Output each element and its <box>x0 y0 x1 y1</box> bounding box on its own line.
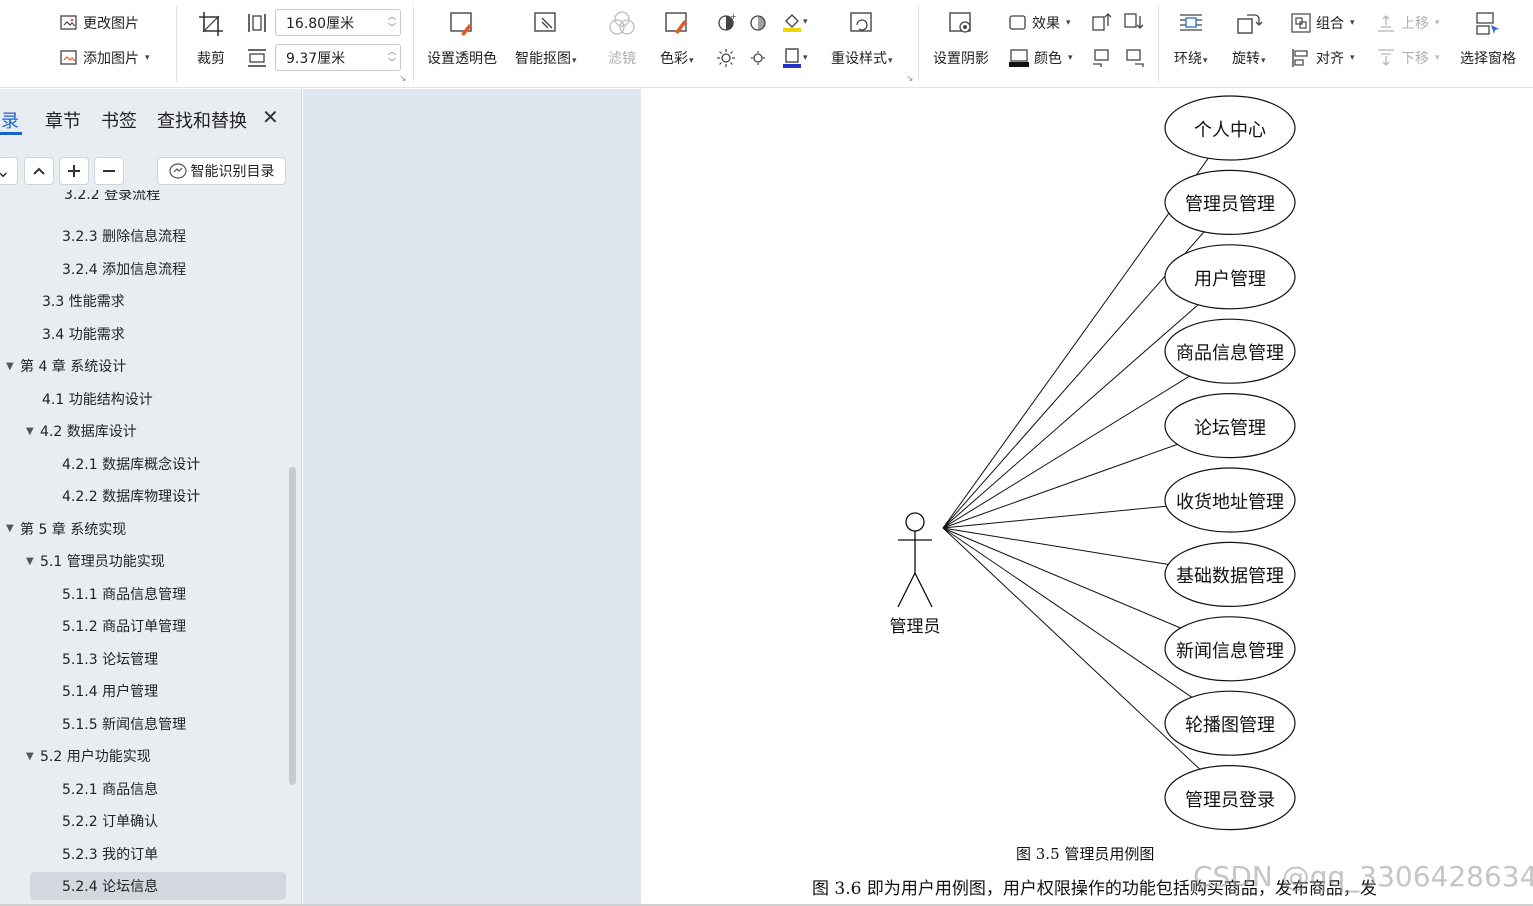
actor-label: 管理员 <box>889 617 941 637</box>
use-case-label: 收货地址管理 <box>1176 492 1284 513</box>
use-case-label: 基础数据管理 <box>1176 566 1284 588</box>
association-line <box>942 505 1167 529</box>
association-line <box>942 527 1193 698</box>
association-line <box>942 527 1169 565</box>
watermark: CSDN @qq_3306428634 <box>1193 860 1533 893</box>
association-line <box>942 527 1181 629</box>
use-case-label: 轮播图管理 <box>1185 715 1275 737</box>
use-case-label: 用户管理 <box>1194 268 1266 290</box>
use-case-label: 论坛管理 <box>1194 417 1266 439</box>
use-case-label: 商品信息管理 <box>1176 343 1284 365</box>
association-line <box>942 443 1178 529</box>
use-case-label: 新闻信息管理 <box>1176 640 1284 662</box>
association-line <box>942 304 1199 529</box>
actor-figure <box>897 512 933 608</box>
association-line <box>942 375 1190 529</box>
figure-caption: 图 3.5 管理员用例图 <box>1016 845 1155 863</box>
association-lines <box>942 157 1209 770</box>
use-case-label: 管理员登录 <box>1185 789 1275 811</box>
association-line <box>942 527 1201 770</box>
use-case-label: 管理员管理 <box>1185 194 1275 216</box>
use-case-diagram[interactable] <box>0 0 1533 906</box>
use-case-label: 个人中心 <box>1194 120 1266 141</box>
